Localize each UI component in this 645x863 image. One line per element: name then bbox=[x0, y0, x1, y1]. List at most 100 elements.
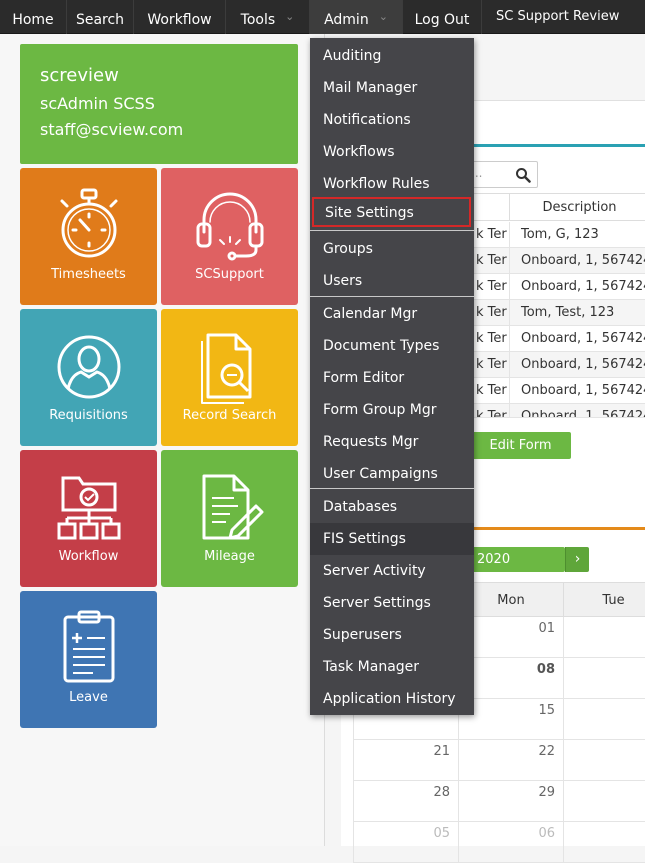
menu-item-users[interactable]: Users bbox=[310, 265, 474, 297]
menu-item-fis-settings[interactable]: FIS Settings bbox=[310, 523, 474, 555]
table-row[interactable]: k TerOnboard, 1, 567424601 bbox=[474, 378, 645, 404]
tile-label: Workflow bbox=[58, 549, 119, 564]
table-cell: Onboard, 1, 567424601 bbox=[509, 248, 645, 273]
menu-item-superusers[interactable]: Superusers bbox=[310, 619, 474, 651]
profile-username: screview bbox=[40, 65, 119, 86]
calendar-day[interactable]: 06 bbox=[458, 822, 563, 863]
menu-item-form-editor[interactable]: Form Editor bbox=[310, 362, 474, 394]
table-cell: Onboard, 1, 567424601 bbox=[509, 404, 645, 417]
calendar-day[interactable]: 05 bbox=[353, 822, 458, 863]
nav-admin[interactable]: Admin ⌄ bbox=[310, 0, 403, 34]
calendar-day[interactable]: 29 bbox=[458, 781, 563, 822]
app-title: SC Support Review bbox=[496, 9, 620, 24]
left-panel: screview scAdmin SCSS staff@scview.com T… bbox=[0, 34, 325, 846]
search-input[interactable]: ... bbox=[464, 161, 538, 188]
calendar-week: 28 29 bbox=[353, 781, 645, 822]
menu-item-groups[interactable]: Groups bbox=[310, 233, 474, 265]
tile-label: Record Search bbox=[182, 408, 277, 423]
table-cell: k Ter bbox=[476, 409, 507, 418]
table-cell: k Ter bbox=[476, 305, 507, 320]
headset-icon bbox=[196, 192, 264, 261]
menu-item-calendar-mgr[interactable]: Calendar Mgr bbox=[310, 298, 474, 330]
nav-tools[interactable]: Tools ⌄ bbox=[226, 0, 310, 34]
calendar-day[interactable]: 28 bbox=[353, 781, 458, 822]
menu-item-requests-mgr[interactable]: Requests Mgr bbox=[310, 426, 474, 458]
chevron-right-icon: › bbox=[574, 551, 581, 567]
nav-home[interactable]: Home bbox=[0, 0, 67, 34]
menu-item-workflow-rules[interactable]: Workflow Rules bbox=[310, 168, 474, 200]
profile-fullname: scAdmin SCSS bbox=[40, 94, 155, 113]
menu-separator bbox=[310, 296, 474, 297]
calendar-day[interactable] bbox=[563, 699, 645, 740]
table-cell: k Ter bbox=[476, 383, 507, 398]
tile-leave[interactable]: Leave bbox=[20, 591, 157, 728]
tile-scsupport[interactable]: SCSupport bbox=[161, 168, 298, 305]
menu-item-form-group-mgr[interactable]: Form Group Mgr bbox=[310, 394, 474, 426]
table-cell: k Ter bbox=[476, 227, 507, 242]
menu-item-databases[interactable]: Databases bbox=[310, 491, 474, 523]
table-cell: Tom, G, 123 bbox=[509, 222, 645, 247]
menu-item-server-settings[interactable]: Server Settings bbox=[310, 587, 474, 619]
person-icon bbox=[57, 335, 121, 399]
calendar-day[interactable] bbox=[563, 781, 645, 822]
tile-mileage[interactable]: Mileage bbox=[161, 450, 298, 587]
menu-separator bbox=[310, 230, 474, 231]
nav-admin-label: Admin bbox=[324, 12, 369, 28]
calendar-day[interactable] bbox=[563, 740, 645, 781]
tile-workflow[interactable]: Workflow bbox=[20, 450, 157, 587]
table-row[interactable]: k Ter Tom, Test, 123 bbox=[474, 300, 645, 326]
table-cell: k Ter bbox=[476, 357, 507, 372]
table-cell: Onboard, 1, 567424601 bbox=[509, 274, 645, 299]
table-row[interactable]: k TerOnboard, 1, 567424601 bbox=[474, 404, 645, 418]
stopwatch-icon bbox=[60, 188, 118, 258]
chevron-down-icon: ⌄ bbox=[285, 10, 295, 23]
calendar-day[interactable]: 21 bbox=[353, 740, 458, 781]
menu-item-workflows[interactable]: Workflows bbox=[310, 136, 474, 168]
menu-item-site-settings[interactable]: Site Settings bbox=[312, 197, 471, 227]
table-row[interactable]: k TerOnboard, 1, 567424601 bbox=[474, 248, 645, 274]
menu-item-server-activity[interactable]: Server Activity bbox=[310, 555, 474, 587]
menu-item-mail-manager[interactable]: Mail Manager bbox=[310, 72, 474, 104]
menu-item-notifications[interactable]: Notifications bbox=[310, 104, 474, 136]
document-search-icon bbox=[201, 333, 252, 404]
tile-label: Timesheets bbox=[51, 267, 126, 282]
nav-search[interactable]: Search bbox=[67, 0, 134, 34]
nav-logout[interactable]: Log Out bbox=[403, 0, 482, 34]
table-cell: Onboard, 1, 567424601 bbox=[509, 378, 645, 403]
top-navbar: Home Search Workflow Tools ⌄ Admin ⌄ Log O… bbox=[0, 0, 645, 34]
calendar-month-button[interactable]: 2020 bbox=[467, 547, 565, 572]
tile-record-search[interactable]: Record Search bbox=[161, 309, 298, 446]
menu-item-auditing[interactable]: Auditing bbox=[310, 40, 474, 72]
table-header: Description bbox=[474, 193, 645, 221]
calendar-day[interactable]: 22 bbox=[458, 740, 563, 781]
tile-label: Leave bbox=[69, 690, 108, 705]
tile-requisitions[interactable]: Requisitions bbox=[20, 309, 157, 446]
profile-card: screview scAdmin SCSS staff@scview.com bbox=[20, 44, 298, 164]
chevron-down-icon: ⌄ bbox=[378, 10, 388, 23]
table-cell: Onboard, 1, 567424601 bbox=[509, 352, 645, 377]
table-row[interactable]: k TerOnboard, 1, 567424601 bbox=[474, 326, 645, 352]
table-cell: k Ter bbox=[476, 279, 507, 294]
calendar-day[interactable] bbox=[563, 822, 645, 863]
menu-separator bbox=[310, 488, 474, 489]
menu-item-user-campaigns[interactable]: User Campaigns bbox=[310, 458, 474, 490]
column-header-description[interactable]: Description bbox=[509, 194, 645, 220]
table-cell: k Ter bbox=[476, 331, 507, 346]
edit-form-button[interactable]: Edit Form bbox=[470, 432, 571, 459]
nav-workflow[interactable]: Workflow bbox=[134, 0, 226, 34]
table-row[interactable]: k TerOnboard, 1, 567424601 bbox=[474, 274, 645, 300]
tile-timesheets[interactable]: Timesheets bbox=[20, 168, 157, 305]
nav-tools-label: Tools bbox=[240, 12, 276, 28]
profile-email: staff@scview.com bbox=[40, 120, 184, 139]
menu-item-task-manager[interactable]: Task Manager bbox=[310, 651, 474, 683]
table-cell: Tom, Test, 123 bbox=[509, 300, 645, 325]
menu-item-application-history[interactable]: Application History bbox=[310, 683, 474, 715]
search-icon[interactable] bbox=[515, 167, 531, 183]
calendar-day[interactable] bbox=[563, 617, 645, 658]
calendar-day[interactable] bbox=[563, 658, 645, 699]
table-row[interactable]: k Ter Tom, G, 123 bbox=[474, 222, 645, 248]
calendar-week: 21 22 bbox=[353, 740, 645, 781]
calendar-next-button[interactable]: › bbox=[565, 547, 589, 572]
table-row[interactable]: k TerOnboard, 1, 567424601 bbox=[474, 352, 645, 378]
menu-item-document-types[interactable]: Document Types bbox=[310, 330, 474, 362]
